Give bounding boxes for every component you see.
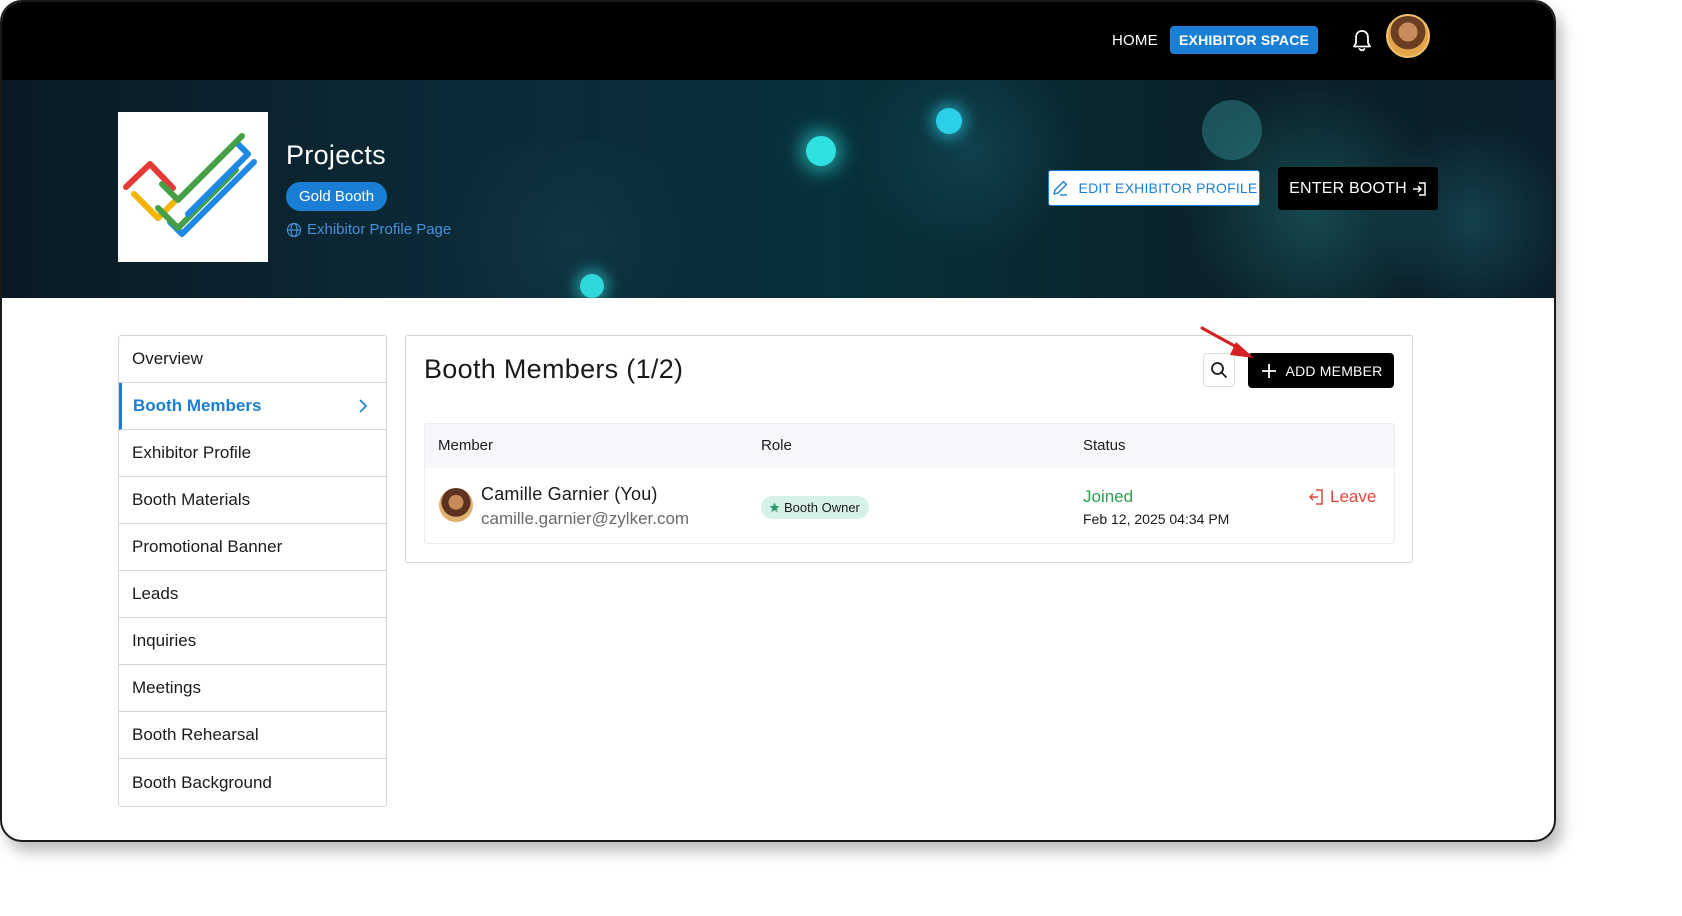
user-avatar[interactable] bbox=[1386, 14, 1430, 58]
pencil-icon bbox=[1052, 180, 1067, 196]
leave-label: Leave bbox=[1330, 487, 1377, 506]
exhibitor-logo bbox=[118, 112, 268, 262]
sidebar-item-booth-members[interactable]: Booth Members bbox=[119, 383, 386, 430]
profile-link-label: Exhibitor Profile Page bbox=[307, 221, 452, 238]
column-header-role: Role bbox=[761, 437, 792, 454]
annotation-arrow-icon bbox=[1200, 326, 1254, 358]
sidebar-item-label: Booth Members bbox=[133, 396, 262, 415]
role-label: Booth Owner bbox=[784, 500, 860, 515]
sidebar-item-label: Booth Background bbox=[132, 772, 272, 792]
sidebar-item-booth-rehearsal[interactable]: Booth Rehearsal bbox=[119, 712, 386, 759]
enter-booth-button[interactable]: ENTER BOOTH bbox=[1278, 167, 1438, 210]
sidebar-item-exhibitor-profile[interactable]: Exhibitor Profile bbox=[119, 430, 386, 477]
booth-tier-badge: Gold Booth bbox=[286, 182, 388, 211]
top-navigation-bar: HOME EXHIBITOR SPACE bbox=[2, 2, 1554, 80]
nav-exhibitor-space-tab[interactable]: EXHIBITOR SPACE bbox=[1170, 26, 1319, 54]
leave-button[interactable]: Leave bbox=[1307, 487, 1376, 507]
edit-button-label: EDIT EXHIBITOR PROFILE bbox=[1078, 180, 1258, 196]
sidebar-item-label: Leads bbox=[132, 584, 179, 603]
bell-icon[interactable] bbox=[1350, 28, 1374, 54]
member-avatar bbox=[439, 488, 473, 522]
members-table: Member Role Status Camille Garnier (You)… bbox=[424, 423, 1395, 544]
app-window: HOME EXHIBITOR SPACE Projects Gold Booth… bbox=[0, 0, 1556, 842]
enter-button-label: ENTER BOOTH bbox=[1289, 179, 1407, 197]
sidebar-item-label: Booth Materials bbox=[132, 490, 251, 509]
sidebar-item-label: Inquiries bbox=[132, 631, 197, 650]
sidebar-item-booth-materials[interactable]: Booth Materials bbox=[119, 477, 386, 524]
star-icon bbox=[769, 502, 780, 513]
column-header-status: Status bbox=[1083, 437, 1126, 454]
column-header-member: Member bbox=[438, 437, 494, 454]
sidebar-item-label: Exhibitor Profile bbox=[132, 443, 252, 462]
enter-icon bbox=[1412, 181, 1426, 196]
sidebar-item-meetings[interactable]: Meetings bbox=[119, 665, 386, 712]
exhibitor-name: Projects bbox=[286, 140, 386, 170]
member-joined-date: Feb 12, 2025 04:34 PM bbox=[1083, 511, 1230, 527]
checkmark-logo-icon bbox=[123, 133, 257, 237]
table-header: Member Role Status bbox=[425, 424, 1394, 468]
add-member-label: ADD MEMBER bbox=[1285, 362, 1383, 379]
globe-icon bbox=[286, 222, 302, 237]
booth-sidebar-menu: Overview Booth Members Exhibitor Profile… bbox=[118, 335, 387, 807]
sidebar-item-overview[interactable]: Overview bbox=[119, 336, 386, 383]
sidebar-item-inquiries[interactable]: Inquiries bbox=[119, 618, 386, 665]
member-email: camille.garnier@zylker.com bbox=[481, 509, 690, 528]
edit-exhibitor-profile-button[interactable]: EDIT EXHIBITOR PROFILE bbox=[1048, 170, 1260, 206]
member-status: Joined bbox=[1083, 487, 1134, 506]
sidebar-item-label: Promotional Banner bbox=[132, 537, 283, 556]
sidebar-item-leads[interactable]: Leads bbox=[119, 571, 386, 618]
add-member-button[interactable]: ADD MEMBER bbox=[1248, 353, 1394, 388]
chevron-right-icon bbox=[359, 399, 368, 413]
leave-icon bbox=[1308, 489, 1323, 505]
table-row: Camille Garnier (You) camille.garnier@zy… bbox=[425, 468, 1394, 543]
role-badge: Booth Owner bbox=[761, 496, 869, 519]
member-name: Camille Garnier (You) bbox=[481, 484, 658, 504]
booth-members-panel: Booth Members (1/2) ADD MEMBER Member Ro… bbox=[405, 335, 1413, 563]
page-title: Booth Members (1/2) bbox=[424, 354, 684, 384]
sidebar-item-label: Overview bbox=[132, 349, 203, 368]
sidebar-item-promotional-banner[interactable]: Promotional Banner bbox=[119, 524, 386, 571]
exhibitor-profile-link[interactable]: Exhibitor Profile Page bbox=[286, 221, 451, 238]
sidebar-item-label: Meetings bbox=[132, 678, 201, 697]
plus-icon bbox=[1261, 363, 1276, 378]
sidebar-item-label: Booth Rehearsal bbox=[132, 725, 259, 744]
sidebar-item-booth-background[interactable]: Booth Background bbox=[119, 759, 386, 806]
nav-home-link[interactable]: HOME bbox=[1112, 32, 1158, 49]
